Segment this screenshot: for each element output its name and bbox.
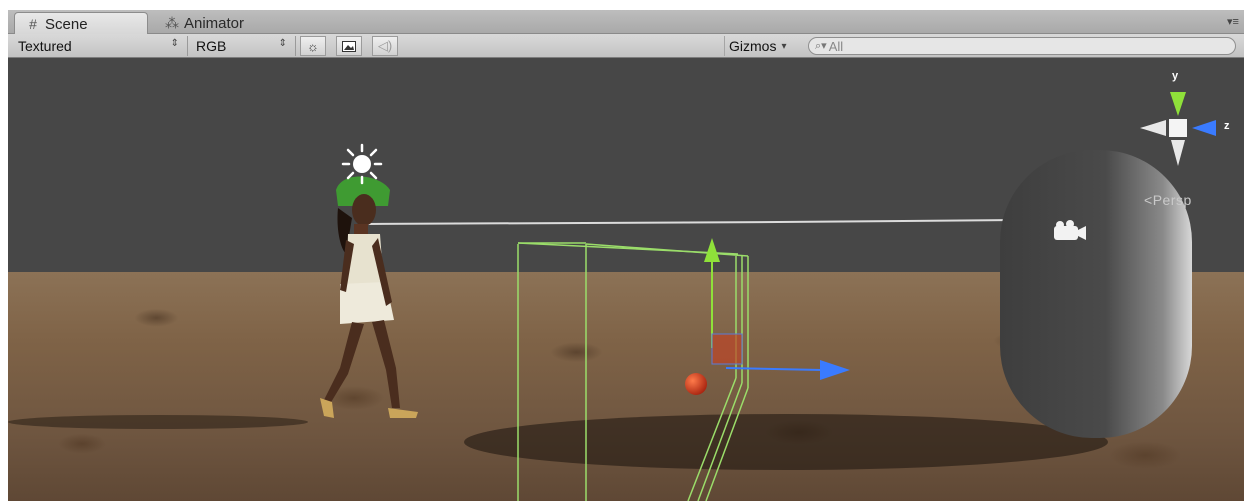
tab-menu-icon[interactable]: ▾≡ (1226, 16, 1240, 28)
dropdown-arrows-icon: ⇕ (278, 38, 287, 49)
dropdown-arrows-icon: ⇕ (170, 38, 179, 49)
center-cube[interactable] (1169, 119, 1187, 137)
scene-objects (8, 92, 1216, 501)
color-mode-value: RGB (196, 38, 227, 54)
move-gizmo[interactable] (704, 238, 850, 380)
search-placeholder: All (828, 38, 844, 54)
z-axis-cone[interactable] (1192, 120, 1216, 136)
grid-icon: # (29, 16, 37, 32)
search-icon: ⌕▾ (815, 40, 827, 52)
scene-toolbar: Textured ⇕ RGB ⇕ ☼ ◁) Gizmos ▾ ⌕▾ All (8, 34, 1244, 58)
tab-animator-label: Animator (184, 15, 245, 32)
light-camera-line (367, 219, 1019, 225)
scene-effects-button[interactable] (336, 36, 362, 56)
axis-z-label: z (1224, 120, 1230, 132)
x-axis-cone[interactable] (1140, 120, 1166, 136)
y-axis-cone[interactable] (1170, 92, 1186, 116)
speaker-icon: ◁) (377, 38, 393, 53)
tab-scene-label: Scene (45, 15, 88, 33)
tab-scene[interactable]: # Scene (14, 12, 148, 35)
y-axis-arrow[interactable] (704, 238, 720, 262)
sun-icon: ☼ (307, 38, 319, 54)
neg-y-axis-cone[interactable] (1171, 140, 1185, 166)
scene-viewport[interactable]: <Persp y z (8, 58, 1244, 501)
render-mode-dropdown[interactable]: Textured ⇕ (12, 36, 188, 56)
gizmos-dropdown[interactable]: Gizmos ▾ (724, 36, 802, 56)
orientation-gizmo[interactable] (1140, 92, 1216, 166)
directional-light-icon[interactable] (341, 143, 383, 185)
color-mode-dropdown[interactable]: RGB ⇕ (190, 36, 296, 56)
tab-animator[interactable]: ⁂ Animator (154, 12, 294, 35)
chevron-down-icon: ▾ (781, 40, 787, 52)
character-shadow (8, 415, 308, 429)
tab-bar: # Scene ⁂ Animator ▾≡ (8, 10, 1244, 35)
image-icon (342, 40, 356, 52)
search-input[interactable]: ⌕▾ All (808, 37, 1236, 55)
animator-icon: ⁂ (165, 15, 179, 31)
x-axis-arrow[interactable] (820, 360, 850, 380)
capsule-shadow (464, 414, 1108, 470)
character-model[interactable] (320, 176, 418, 418)
projection-label-text: Persp (1152, 192, 1192, 208)
render-mode-value: Textured (18, 38, 72, 54)
back-chevron-icon: < (1144, 192, 1153, 208)
gizmos-label: Gizmos (729, 38, 777, 54)
scene-lighting-button[interactable]: ☼ (300, 36, 326, 56)
scene-audio-button[interactable]: ◁) (372, 36, 398, 56)
sphere-object[interactable] (685, 373, 707, 395)
axis-y-label: y (1172, 70, 1179, 82)
plane-handle[interactable] (711, 333, 743, 365)
scene-window: # Scene ⁂ Animator ▾≡ Textured ⇕ RGB ⇕ ☼ (0, 0, 1248, 501)
projection-label[interactable]: <Persp (1144, 192, 1192, 208)
